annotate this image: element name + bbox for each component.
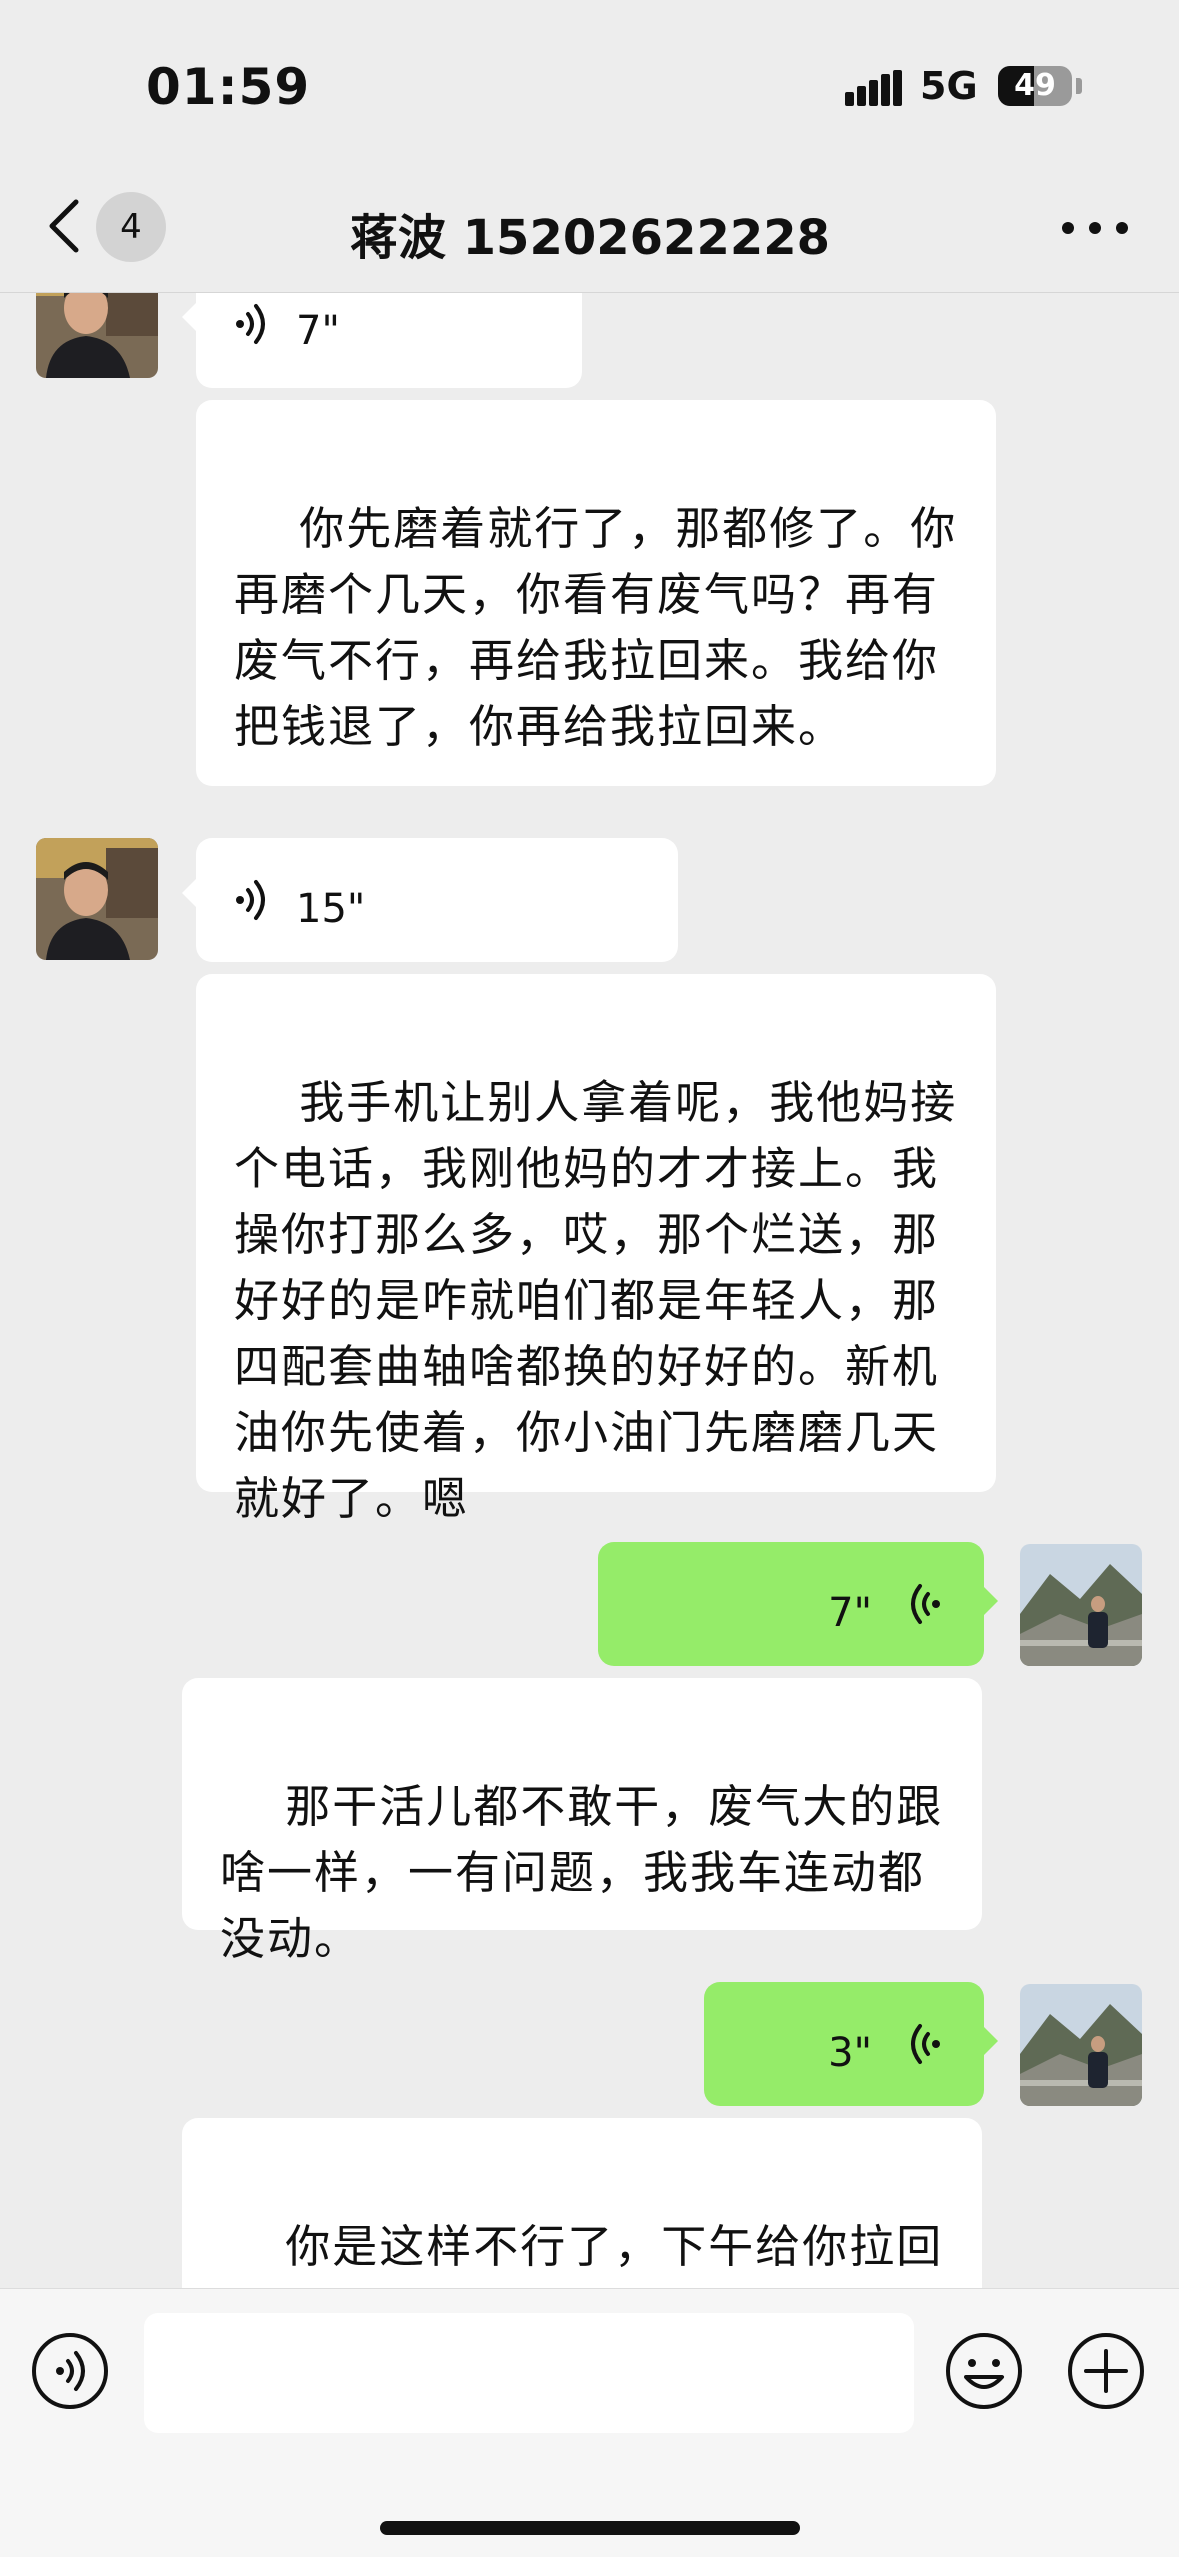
contact-avatar[interactable] [36, 292, 158, 378]
voice-wave-icon [236, 880, 265, 920]
contact-avatar[interactable] [36, 838, 158, 960]
top-bar: 01:59 5G 49 4 蒋波 15202622228 [0, 0, 1179, 293]
transcript-text: 你是这样不行了，下午给你拉回去吧。 [220, 2220, 944, 2288]
battery-tip [1076, 78, 1082, 94]
home-indicator [380, 2521, 800, 2535]
avatar-photo [1020, 1984, 1142, 2106]
avatar-photo [36, 838, 158, 960]
chat-list[interactable]: 7" 你先磨着就行了，那都修了。你再磨个几天，你看有废气吗？再有废气不行，再给我… [0, 292, 1179, 2288]
voice-duration: 7" [296, 308, 340, 354]
unread-count-badge[interactable]: 4 [96, 192, 166, 262]
voice-wave-icon[interactable] [30, 2331, 110, 2411]
transcript-text: 你先磨着就行了，那都修了。你再磨个几天，你看有废气吗？再有废气不行，再给我拉回来… [234, 502, 958, 753]
chevron-left-icon[interactable] [44, 196, 84, 256]
voice-duration: 7" [828, 1590, 872, 1636]
voice-transcript[interactable]: 你是这样不行了，下午给你拉回去吧。 [182, 2118, 982, 2288]
battery-percent: 49 [1014, 68, 1056, 103]
plus-circle-icon[interactable] [1066, 2331, 1146, 2411]
input-bar [0, 2288, 1179, 2557]
smiley-icon[interactable] [944, 2331, 1024, 2411]
more-dots-icon[interactable] [1062, 214, 1128, 240]
transcript-text: 我手机让别人拿着呢，我他妈接个电话，我刚他妈的才才接上。我操你打那么多，哎，那个… [234, 1076, 958, 1525]
voice-duration: 15" [296, 886, 366, 932]
transcript-text: 那干活儿都不敢干，废气大的跟啥一样，一有问题，我我车连动都没动。 [220, 1780, 944, 1965]
my-avatar[interactable] [1020, 1544, 1142, 1666]
message-input[interactable] [144, 2313, 914, 2433]
voice-wave-icon [911, 2024, 940, 2064]
voice-transcript[interactable]: 你先磨着就行了，那都修了。你再磨个几天，你看有废气吗？再有废气不行，再给我拉回来… [196, 400, 996, 786]
avatar-photo [36, 292, 158, 378]
status-time: 01:59 [146, 58, 311, 116]
chat-title: 蒋波 15202622228 [349, 210, 831, 266]
voice-message[interactable]: 3" [704, 1982, 998, 2106]
battery-icon: 49 [998, 66, 1072, 106]
voice-wave-icon [911, 1584, 940, 1624]
voice-message[interactable]: 7" [182, 292, 582, 388]
signal-icon [845, 70, 902, 106]
my-avatar[interactable] [1020, 1984, 1142, 2106]
voice-wave-icon [236, 304, 265, 344]
voice-message[interactable]: 15" [182, 838, 678, 962]
voice-message[interactable]: 7" [598, 1542, 998, 1666]
voice-transcript[interactable]: 我手机让别人拿着呢，我他妈接个电话，我刚他妈的才才接上。我操你打那么多，哎，那个… [196, 974, 996, 1525]
avatar-photo [1020, 1544, 1142, 1666]
voice-duration: 3" [828, 2030, 872, 2076]
network-label: 5G [920, 64, 978, 108]
voice-transcript[interactable]: 那干活儿都不敢干，废气大的跟啥一样，一有问题，我我车连动都没动。 [182, 1678, 982, 1965]
